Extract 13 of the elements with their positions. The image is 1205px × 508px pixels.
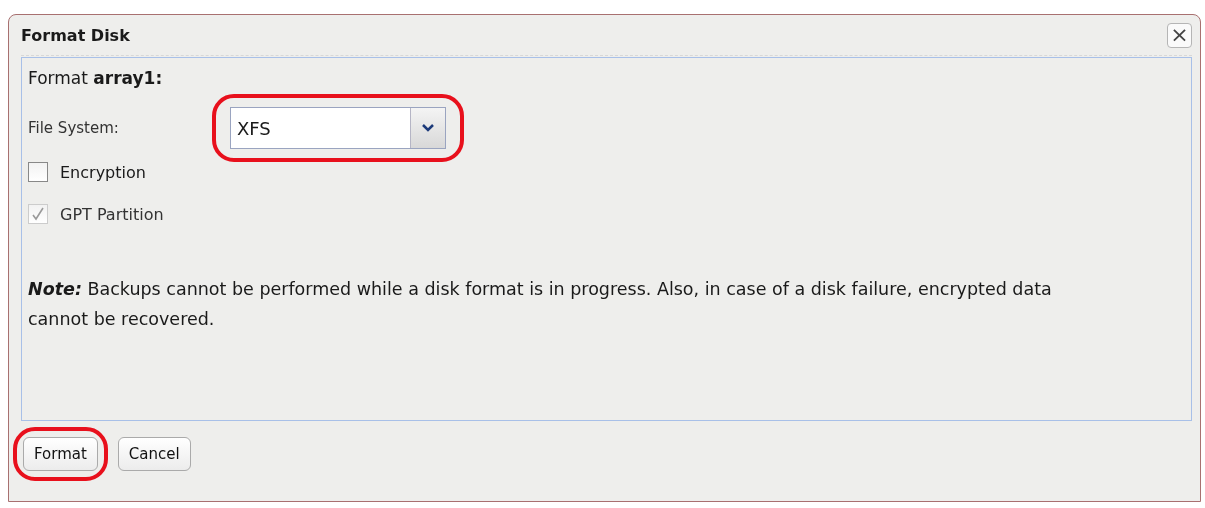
file-system-label: File System: — [28, 119, 120, 137]
file-system-dropdown[interactable]: XFS — [230, 107, 446, 149]
dialog-title: Format Disk — [21, 25, 130, 45]
check-icon — [31, 207, 45, 221]
note-text: Note: Backups cannot be performed while a disk format is in progress. Also, in case of a disk failure, encrypted data cannot be recovered. — [28, 278, 1053, 331]
dialog-button[interactable]: Format — [23, 437, 98, 471]
format-heading: Format array1: — [28, 68, 164, 88]
dialog-button[interactable]: Cancel — [117, 437, 191, 471]
close-button[interactable]: × — [1167, 22, 1192, 48]
checkbox-label: GPT Partition — [60, 204, 164, 224]
checkbox-label: Encryption — [60, 162, 146, 182]
checkbox[interactable] — [28, 162, 48, 182]
caret-icon — [422, 124, 434, 132]
